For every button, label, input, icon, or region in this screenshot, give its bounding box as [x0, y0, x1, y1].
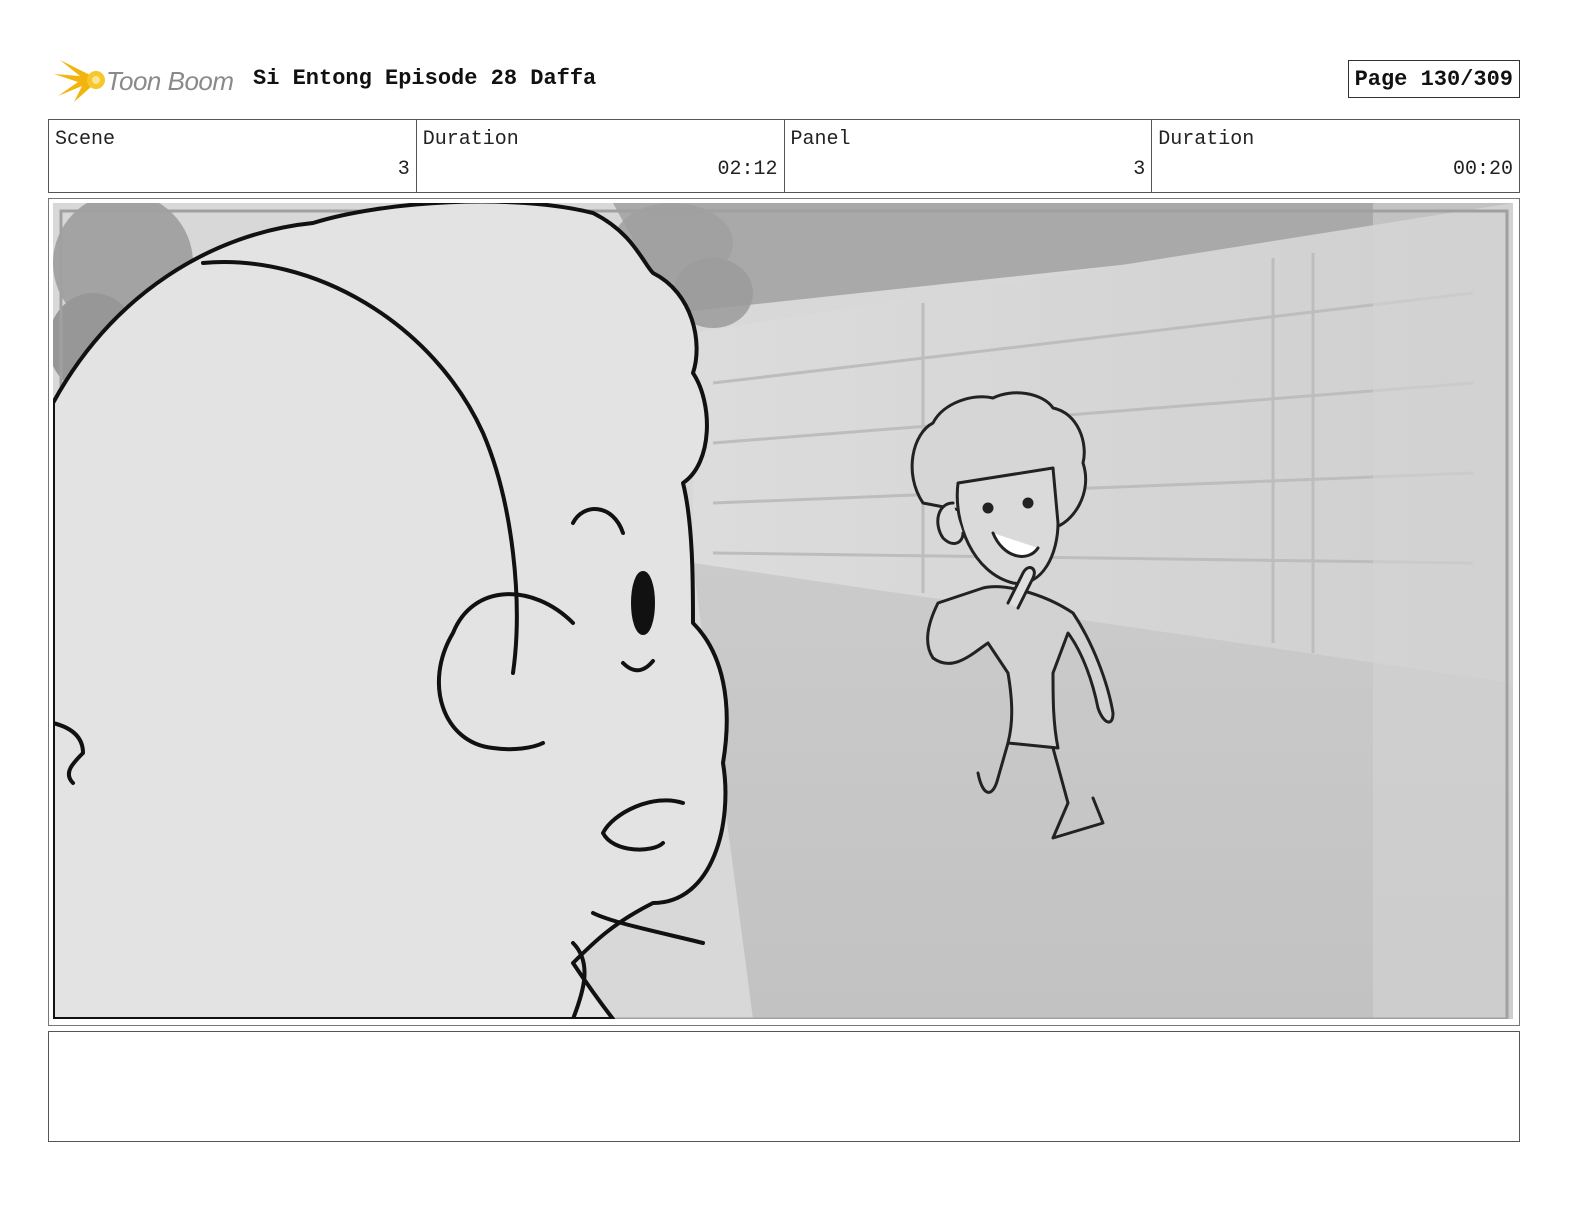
logo-wordmark: Toon Boom — [106, 66, 234, 96]
panel-cell: Panel 3 — [785, 120, 1153, 192]
foreground-character — [53, 203, 729, 1019]
panel-value: 3 — [1133, 158, 1146, 181]
storyboard-panel-frame — [48, 198, 1520, 1026]
toon-boom-logo: Toon Boom — [52, 54, 242, 106]
starburst-icon — [54, 60, 105, 102]
scene-cell: Scene 3 — [49, 120, 417, 192]
panel-label: Panel — [790, 128, 851, 151]
page-indicator: Page 130/309 — [1347, 60, 1520, 98]
scene-duration-cell: Duration 02:12 — [417, 120, 785, 192]
panel-duration-label: Duration — [1158, 128, 1255, 151]
scene-label: Scene — [55, 128, 116, 151]
panel-duration-cell: Duration 00:20 — [1152, 120, 1519, 192]
document-title: Si Entong Episode 28 Daffa — [253, 66, 597, 91]
panel-duration-value: 00:20 — [1452, 158, 1513, 181]
scene-duration-value: 02:12 — [717, 158, 778, 181]
storyboard-panel-image — [53, 203, 1513, 1019]
panel-sketch — [53, 203, 1513, 1019]
scene-duration-label: Duration — [422, 128, 519, 151]
panel-notes-box — [48, 1031, 1520, 1142]
storyboard-header: Toon Boom Si Entong Episode 28 Daffa Pag… — [48, 52, 1520, 108]
scene-info-row: Scene 3 Duration 02:12 Panel 3 Duration … — [48, 119, 1520, 193]
scene-value: 3 — [397, 158, 410, 181]
